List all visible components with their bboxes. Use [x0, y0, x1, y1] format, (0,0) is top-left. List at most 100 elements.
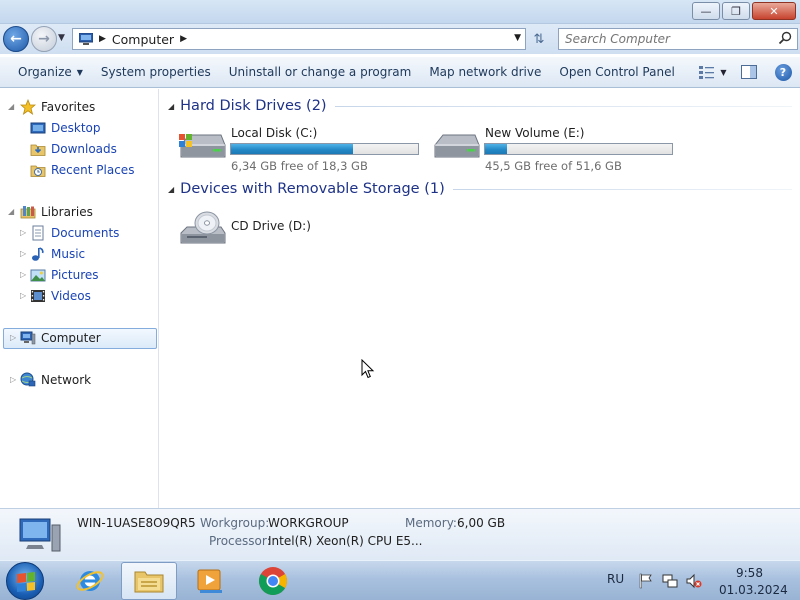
drive-name: CD Drive (D:) [231, 219, 311, 233]
sidebar-item-favorites[interactable]: ◢ Favorites [8, 97, 95, 117]
clock-date[interactable]: 01.03.2024 [719, 583, 788, 597]
volume-muted-icon[interactable] [686, 573, 702, 589]
search-box[interactable] [558, 28, 798, 50]
workgroup-value: WORKGROUP [268, 516, 349, 530]
drive-local-disk-c[interactable]: Local Disk (C:) 6,34 GB free of 18,3 GB [177, 121, 427, 173]
collapse-arrow-icon[interactable]: ◢ [168, 102, 174, 111]
network-status-icon[interactable] [662, 573, 678, 589]
address-dropdown-icon[interactable]: ▼ [514, 33, 521, 43]
drive-usage-bar [230, 143, 419, 155]
sidebar-item-videos[interactable]: ▷ Videos [20, 286, 91, 306]
sidebar-item-label: Pictures [51, 268, 99, 282]
sidebar-item-label: Recent Places [51, 163, 135, 177]
address-bar[interactable]: ▶ Computer ▶ ▼ [72, 28, 526, 50]
uninstall-program-button[interactable]: Uninstall or change a program [220, 57, 421, 87]
media-player-icon [197, 569, 222, 593]
preview-pane-icon [741, 65, 757, 79]
collapse-arrow-icon[interactable]: ◢ [168, 185, 174, 194]
expand-arrow-icon[interactable]: ▷ [20, 291, 26, 300]
computer-name: WIN-1UASE8O9QR5 [77, 516, 196, 530]
sidebar-item-network[interactable]: ▷ Network [10, 370, 91, 390]
collapse-arrow-icon[interactable]: ◢ [8, 102, 14, 111]
sidebar-item-pictures[interactable]: ▷ Pictures [20, 265, 99, 285]
internet-explorer-icon [76, 571, 104, 591]
organize-menu[interactable]: Organize ▼ [0, 57, 92, 87]
drive-name: Local Disk (C:) [231, 126, 318, 140]
action-center-flag-icon[interactable] [638, 573, 654, 589]
drive-usage-fill [231, 144, 354, 154]
minimize-button[interactable]: — [692, 2, 720, 20]
preview-pane-button[interactable] [732, 65, 766, 79]
change-view-button[interactable]: ▼ [694, 65, 732, 79]
taskbar-media-player[interactable] [182, 562, 238, 600]
refresh-button[interactable]: ⇅ [528, 28, 550, 50]
help-button[interactable]: ? [766, 63, 800, 81]
sidebar-item-libraries[interactable]: ◢ Libraries [8, 202, 93, 222]
windows-explorer-icon [134, 571, 164, 593]
map-network-drive-button[interactable]: Map network drive [420, 57, 550, 87]
workgroup-label: Workgroup: [200, 516, 270, 530]
breadcrumb-computer[interactable]: Computer [112, 32, 174, 47]
back-button[interactable]: ← [3, 26, 29, 52]
network-icon [20, 372, 36, 387]
refresh-icon: ⇅ [533, 31, 545, 47]
taskbar-windows-explorer[interactable] [121, 562, 177, 600]
expand-arrow-icon[interactable]: ▷ [20, 270, 26, 279]
expand-arrow-icon[interactable]: ▷ [20, 249, 26, 258]
breadcrumb-chevron-icon[interactable]: ▶ [180, 34, 187, 44]
group-header-hard-disk-drives[interactable]: ◢ Hard Disk Drives (2) [168, 96, 792, 116]
sidebar-item-label: Computer [41, 331, 101, 345]
processor-label: Processor: [209, 534, 271, 548]
memory-value: 6,00 GB [457, 516, 506, 530]
sidebar-item-downloads[interactable]: Downloads [30, 139, 117, 159]
drive-usage-bar [484, 143, 673, 155]
search-icon[interactable] [778, 31, 792, 45]
music-icon [32, 247, 44, 261]
downloads-folder-icon [30, 144, 46, 156]
system-properties-button[interactable]: System properties [92, 57, 220, 87]
taskbar-internet-explorer[interactable] [62, 562, 118, 600]
recent-pages-dropdown[interactable]: ▼ [58, 33, 65, 43]
documents-icon [32, 225, 44, 241]
forward-button[interactable]: → [31, 26, 57, 52]
sidebar-item-desktop[interactable]: Desktop [30, 118, 101, 138]
details-pane: WIN-1UASE8O9QR5 Workgroup: WORKGROUP Mem… [0, 508, 800, 560]
open-control-panel-button[interactable]: Open Control Panel [550, 57, 683, 87]
chrome-icon [259, 567, 287, 595]
sidebar-item-music[interactable]: ▷ Music [20, 244, 85, 264]
hard-drive-icon [434, 134, 480, 158]
search-input[interactable] [565, 32, 775, 46]
navigation-pane: ◢ Favorites Desktop Downloads Recent Pla… [0, 89, 159, 508]
close-button[interactable]: ✕ [752, 2, 796, 20]
cd-drive-icon [180, 211, 226, 244]
help-icon: ? [774, 63, 792, 81]
sidebar-item-label: Downloads [51, 142, 117, 156]
back-arrow-icon: ← [10, 31, 22, 47]
sidebar-item-recent-places[interactable]: Recent Places [30, 160, 134, 180]
sidebar-item-label: Documents [51, 226, 120, 240]
group-header-removable-storage[interactable]: ◢ Devices with Removable Storage (1) [168, 179, 792, 199]
taskbar-chrome[interactable] [245, 562, 301, 600]
content-area: ◢ Hard Disk Drives (2) Local Disk (C:) 6… [160, 89, 800, 508]
drive-free-space: 45,5 GB free of 51,6 GB [485, 159, 622, 173]
sidebar-item-documents[interactable]: ▷ Documents [20, 223, 119, 243]
computer-icon [19, 518, 61, 552]
collapse-arrow-icon[interactable]: ◢ [8, 207, 14, 216]
maximize-button[interactable]: ❐ [722, 2, 750, 20]
expand-arrow-icon[interactable]: ▷ [20, 228, 26, 237]
drive-new-volume-e[interactable]: New Volume (E:) 45,5 GB free of 51,6 GB [431, 121, 681, 173]
expand-arrow-icon[interactable]: ▷ [10, 375, 16, 384]
desktop-icon [30, 122, 46, 134]
language-indicator[interactable]: RU [607, 572, 624, 586]
sidebar-item-label: Videos [51, 289, 91, 303]
breadcrumb-separator-icon[interactable]: ▶ [99, 34, 106, 44]
computer-icon [79, 33, 93, 45]
memory-label: Memory: [405, 516, 457, 530]
view-options-icon [699, 66, 715, 79]
clock-time[interactable]: 9:58 [736, 566, 763, 580]
windows-logo-icon [17, 572, 35, 592]
start-button[interactable] [6, 562, 44, 600]
sidebar-item-computer[interactable]: ▷ Computer [10, 328, 101, 348]
drive-cd-d[interactable]: CD Drive (D:) [177, 205, 427, 255]
expand-arrow-icon[interactable]: ▷ [10, 333, 16, 342]
